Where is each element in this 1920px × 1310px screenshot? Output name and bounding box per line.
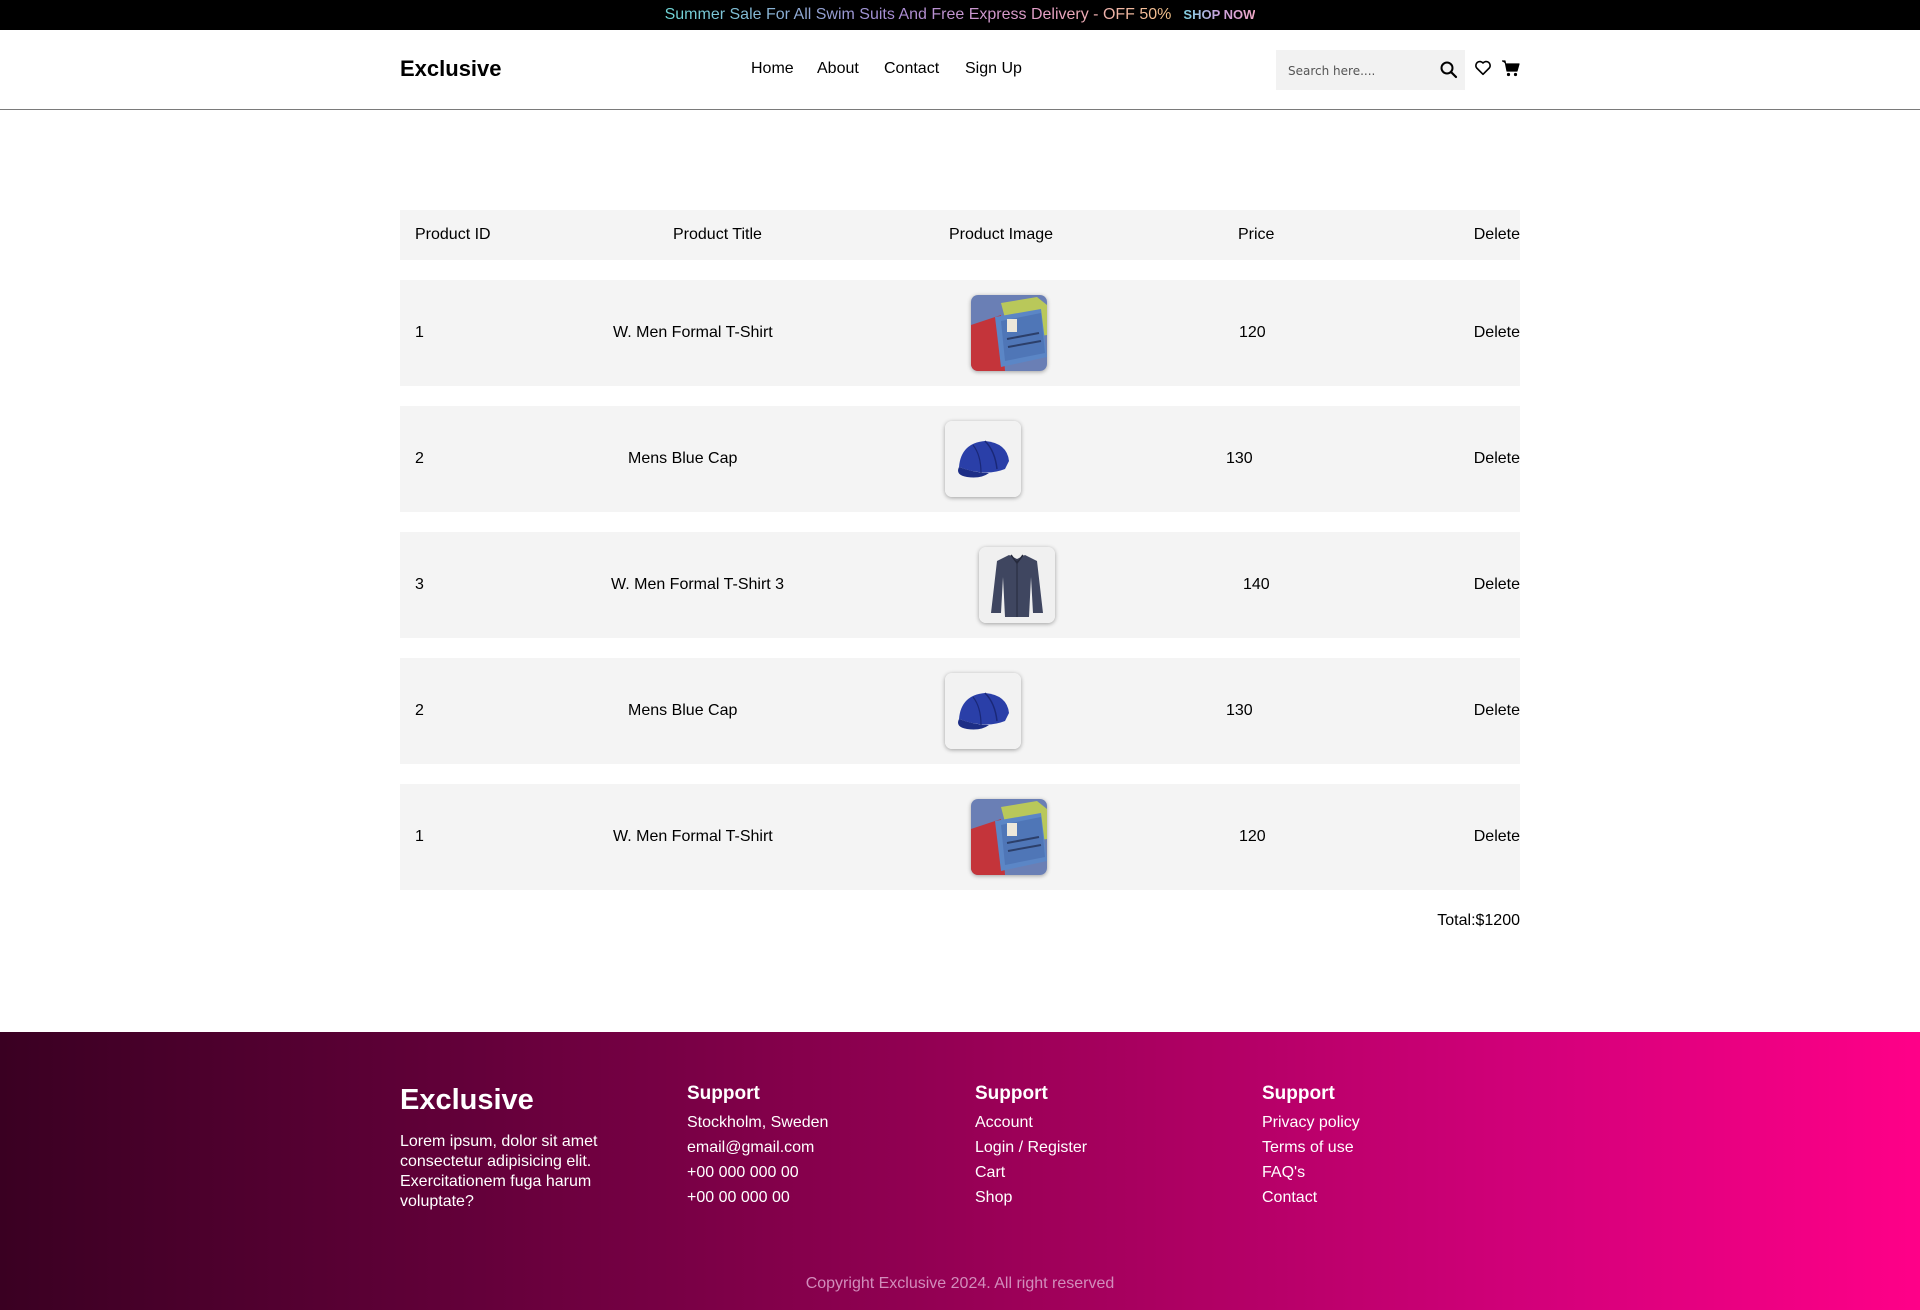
footer-column-title: Support bbox=[687, 1083, 760, 1104]
footer-phone: +00 00 000 00 bbox=[687, 1189, 790, 1206]
footer-link-terms-of-use[interactable]: Terms of use bbox=[1262, 1135, 1360, 1160]
shop-now-link[interactable]: SHOP NOW bbox=[1183, 7, 1255, 22]
footer-column-title: Support bbox=[975, 1083, 1048, 1104]
product-title: W. Men Formal T-Shirt bbox=[613, 828, 773, 845]
footer-column-title: Support bbox=[1262, 1083, 1335, 1104]
footer-logo: Exclusive bbox=[400, 1084, 534, 1116]
delete-button[interactable]: Delete bbox=[1474, 702, 1520, 720]
footer-link-login-register[interactable]: Login / Register bbox=[975, 1135, 1087, 1160]
table-row: 2 Mens Blue Cap 130 Delete bbox=[400, 406, 1520, 512]
nav-home[interactable]: Home bbox=[751, 60, 794, 78]
footer-column-legal: Support Privacy policy Terms of use FAQ'… bbox=[1262, 1083, 1360, 1210]
product-image-blue-cap bbox=[945, 673, 1021, 749]
heart-icon[interactable] bbox=[1474, 59, 1492, 77]
footer-email: email@gmail.com bbox=[687, 1139, 815, 1156]
product-title: Mens Blue Cap bbox=[628, 702, 738, 719]
site-header: Exclusive Home About Contact Sign Up bbox=[0, 30, 1920, 110]
product-price: 130 bbox=[1226, 702, 1253, 719]
footer-link-account[interactable]: Account bbox=[975, 1110, 1087, 1135]
product-image-blue-cap bbox=[945, 421, 1021, 497]
promo-text: Summer Sale For All Swim Suits And Free … bbox=[664, 6, 1172, 23]
product-image-dark-shirt bbox=[979, 547, 1055, 623]
search-input[interactable] bbox=[1286, 60, 1430, 82]
product-id: 2 bbox=[415, 702, 424, 719]
table-row: 1 W. Men Formal T-Shirt 120 Delete bbox=[400, 784, 1520, 890]
nav-contact[interactable]: Contact bbox=[884, 60, 939, 78]
search-icon[interactable] bbox=[1439, 60, 1459, 80]
header-price: Price bbox=[1238, 226, 1275, 243]
copyright-text: Copyright Exclusive 2024. All right rese… bbox=[805, 1275, 1115, 1292]
cart-table: Product ID Product Title Product Image P… bbox=[400, 210, 1520, 890]
header-delete: Delete bbox=[1473, 226, 1520, 243]
product-price: 120 bbox=[1239, 828, 1266, 845]
footer-link-shop[interactable]: Shop bbox=[975, 1185, 1087, 1210]
promo-banner: Summer Sale For All Swim Suits And Free … bbox=[0, 0, 1920, 30]
header-product-title: Product Title bbox=[673, 226, 762, 243]
footer-description: Lorem ipsum, dolor sit amet consectetur … bbox=[400, 1133, 598, 1210]
site-logo[interactable]: Exclusive bbox=[400, 56, 502, 82]
table-row: 1 W. Men Formal T-Shirt 120 Delete bbox=[400, 280, 1520, 386]
delete-button[interactable]: Delete bbox=[1474, 450, 1520, 468]
cart-icon[interactable] bbox=[1501, 58, 1521, 78]
footer-link-privacy-policy[interactable]: Privacy policy bbox=[1262, 1110, 1360, 1135]
footer-column-account: Support Account Login / Register Cart Sh… bbox=[975, 1083, 1087, 1210]
footer-link-contact[interactable]: Contact bbox=[1262, 1185, 1360, 1210]
footer-address: Stockholm, Sweden bbox=[687, 1114, 829, 1131]
footer-column-contact: Support Stockholm, Sweden email@gmail.co… bbox=[687, 1083, 828, 1210]
product-title: W. Men Formal T-Shirt bbox=[613, 324, 773, 341]
product-image-folded-shirts bbox=[971, 295, 1047, 371]
table-row: 2 Mens Blue Cap 130 Delete bbox=[400, 658, 1520, 764]
product-id: 1 bbox=[415, 324, 424, 341]
delete-button[interactable]: Delete bbox=[1474, 576, 1520, 594]
nav-sign-up[interactable]: Sign Up bbox=[965, 60, 1022, 78]
table-row: 3 W. Men Formal T-Shirt 3 140 Delete bbox=[400, 532, 1520, 638]
product-id: 2 bbox=[415, 450, 424, 467]
product-image-folded-shirts bbox=[971, 799, 1047, 875]
search-box bbox=[1276, 50, 1465, 90]
product-price: 120 bbox=[1239, 324, 1266, 341]
product-title: W. Men Formal T-Shirt 3 bbox=[611, 576, 785, 593]
nav-about[interactable]: About bbox=[817, 60, 859, 78]
product-price: 140 bbox=[1243, 576, 1270, 593]
cart-total: Total:$1200 bbox=[1437, 912, 1520, 929]
product-title: Mens Blue Cap bbox=[628, 450, 738, 467]
product-price: 130 bbox=[1226, 450, 1253, 467]
footer-phone: +00 000 000 00 bbox=[687, 1164, 799, 1181]
footer-link-faqs[interactable]: FAQ's bbox=[1262, 1160, 1360, 1185]
product-id: 3 bbox=[415, 576, 424, 593]
site-footer: Exclusive Lorem ipsum, dolor sit amet co… bbox=[0, 1032, 1920, 1310]
footer-link-cart[interactable]: Cart bbox=[975, 1160, 1087, 1185]
header-product-image: Product Image bbox=[949, 226, 1054, 243]
table-header: Product ID Product Title Product Image P… bbox=[400, 210, 1520, 260]
header-product-id: Product ID bbox=[415, 226, 491, 243]
delete-button[interactable]: Delete bbox=[1474, 324, 1520, 342]
product-id: 1 bbox=[415, 828, 424, 845]
delete-button[interactable]: Delete bbox=[1474, 828, 1520, 846]
